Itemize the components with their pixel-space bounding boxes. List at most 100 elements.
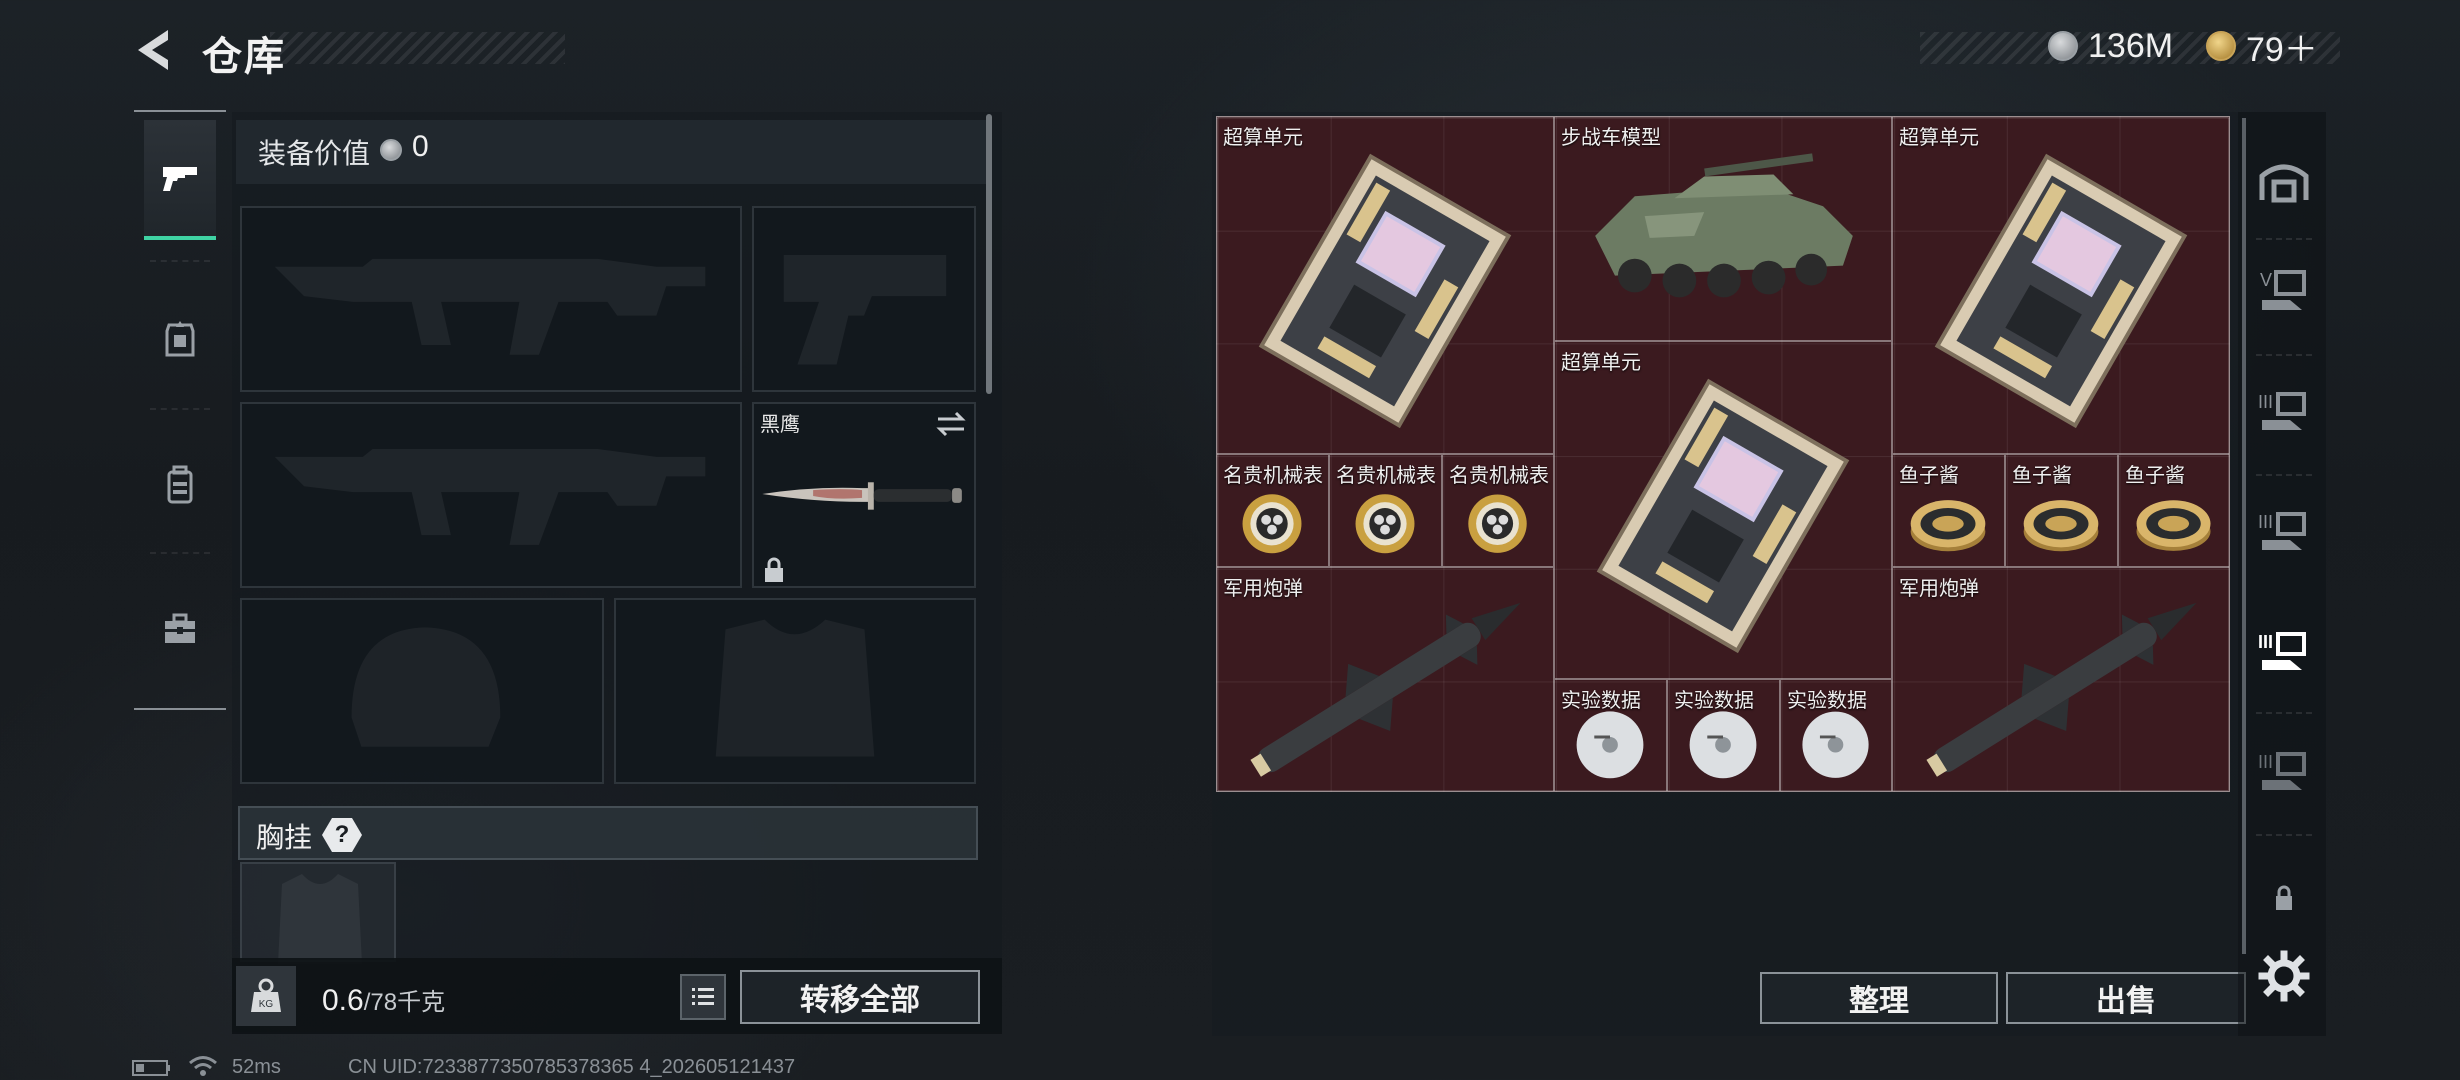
stash-item-data-disc[interactable]: 实验数据 — [1667, 679, 1780, 792]
tab-medkit[interactable] — [144, 570, 216, 690]
chest-rig-slot[interactable] — [240, 862, 396, 964]
ping-readout: 52ms — [232, 1056, 281, 1078]
chest-rig-label: 胸挂 — [256, 822, 313, 853]
weight-max: /78千克 — [363, 989, 446, 1016]
equipment-scrollbar[interactable] — [986, 114, 992, 394]
stash-item-ifv-model[interactable]: 步战车模型 — [1554, 116, 1892, 341]
stash-home-tab[interactable] — [2252, 148, 2316, 212]
list-view-button[interactable] — [680, 974, 726, 1020]
sidebar-separator — [150, 260, 210, 262]
back-arrow-icon — [138, 30, 168, 70]
tab-backpack[interactable] — [144, 425, 216, 545]
item-name: 鱼子酱 — [2012, 465, 2072, 487]
equipment-value: 0 — [412, 130, 429, 163]
stash-page-tab[interactable]: III — [2252, 740, 2316, 804]
item-name: 名贵机械表 — [1336, 465, 1436, 487]
stash-page-tab[interactable]: III — [2252, 500, 2316, 564]
gold-currency[interactable]: 79＋ — [2206, 26, 2318, 69]
rifle-silhouette-icon — [274, 258, 706, 355]
sidebar-separator — [2256, 354, 2312, 356]
gold-amount: 79＋ — [2246, 30, 2318, 69]
stash-page-tab-active[interactable]: III — [2252, 620, 2316, 684]
silver-amount: 136M — [2088, 26, 2174, 65]
primary-weapon-slot[interactable] — [240, 206, 742, 392]
stash-item-caviar[interactable]: 鱼子酱 — [2005, 454, 2118, 567]
item-name: 超算单元 — [1561, 352, 1641, 374]
stash-item-caviar[interactable]: 鱼子酱 — [1892, 454, 2005, 567]
weight-icon: KG — [251, 978, 281, 1012]
stash-item-compute-unit[interactable]: 超算单元 — [1892, 116, 2230, 454]
tab-weapons[interactable] — [144, 120, 216, 240]
swap-icon[interactable] — [934, 410, 968, 438]
rifle-silhouette-icon — [274, 449, 706, 545]
item-name: 鱼子酱 — [1899, 465, 1959, 487]
helmet-armor-icon — [165, 321, 195, 357]
helmet-slot[interactable] — [240, 598, 604, 784]
melee-slot[interactable]: 黑鹰 — [752, 402, 976, 588]
uid-readout: CN UID:7233877350785378365 4_20260512143… — [348, 1056, 796, 1078]
stash-item-luxury-watch[interactable]: 名贵机械表 — [1216, 454, 1329, 567]
locked-stash-page-tab[interactable] — [2252, 866, 2316, 930]
item-name: 实验数据 — [1787, 690, 1867, 712]
sidebar-separator — [150, 552, 210, 554]
sidebar-separator — [2256, 474, 2312, 476]
stash-item-compute-unit[interactable]: 超算单元 — [1216, 116, 1554, 454]
item-name: 步战车模型 — [1561, 127, 1661, 149]
transfer-all-button[interactable]: 转移全部 — [740, 970, 980, 1024]
stash-item-military-shell[interactable]: 军用炮弹 — [1892, 567, 2230, 792]
gear-icon — [2258, 950, 2310, 1002]
equipment-value-label: 装备价值 — [258, 138, 371, 169]
stash-item-caviar[interactable]: 鱼子酱 — [2118, 454, 2230, 567]
secondary-weapon-slot[interactable] — [240, 402, 742, 588]
item-name: 军用炮弹 — [1899, 578, 1979, 600]
lock-icon — [765, 557, 783, 582]
stash-item-luxury-watch[interactable]: 名贵机械表 — [1442, 454, 1554, 567]
hand-box-icon: III — [2258, 632, 2306, 670]
weight-current: 0.6 — [322, 984, 364, 1017]
stash-item-compute-unit[interactable]: 超算单元 — [1554, 341, 1892, 679]
backpack-icon — [167, 465, 193, 504]
page-title: 仓库 — [202, 35, 286, 79]
stash-item-data-disc[interactable]: 实验数据 — [1554, 679, 1667, 792]
sidebar-bottom-line — [134, 708, 226, 710]
lock-icon — [2276, 885, 2292, 910]
stash-page-tab[interactable]: III — [2252, 380, 2316, 444]
battery-icon — [132, 1058, 172, 1080]
sidebar-separator — [2256, 238, 2312, 240]
item-name: 超算单元 — [1223, 127, 1303, 149]
stash-item-data-disc[interactable]: 实验数据 — [1780, 679, 1892, 792]
garage-icon — [2259, 164, 2309, 203]
pistol-icon — [163, 167, 197, 191]
compute-unit-icon — [1596, 378, 1850, 654]
stash-scrollbar[interactable] — [2242, 118, 2246, 954]
stash-page-tab[interactable]: V — [2252, 260, 2316, 324]
svg-text:III: III — [2258, 392, 2273, 412]
hand-box-icon: III — [2258, 752, 2306, 790]
sidebar-separator — [2256, 712, 2312, 714]
equipment-value-coin-icon — [380, 139, 402, 161]
item-name: 军用炮弹 — [1223, 578, 1303, 600]
helmet-silhouette-icon — [351, 627, 501, 747]
sell-button[interactable]: 出售 — [2006, 972, 2246, 1024]
list-icon — [692, 988, 714, 1005]
back-button[interactable] — [130, 26, 180, 74]
tab-armor[interactable] — [144, 280, 216, 400]
sidebar-separator — [2256, 834, 2312, 836]
hand-box-icon: V — [2260, 270, 2306, 310]
toolbox-icon — [165, 613, 195, 643]
item-name: 名贵机械表 — [1449, 465, 1549, 487]
military-shell-icon — [1250, 602, 1521, 777]
settings-button[interactable] — [2252, 944, 2316, 1008]
pistol-slot[interactable] — [752, 206, 976, 392]
silver-currency: 136M — [2048, 26, 2173, 66]
body-armor-slot[interactable] — [614, 598, 976, 784]
item-name: 鱼子酱 — [2125, 465, 2185, 487]
sidebar-separator — [150, 408, 210, 410]
organize-button[interactable]: 整理 — [1760, 972, 1998, 1024]
stash-item-military-shell[interactable]: 军用炮弹 — [1216, 567, 1554, 792]
hand-box-icon: III — [2258, 512, 2306, 550]
military-shell-icon — [1926, 602, 2197, 777]
svg-text:V: V — [2260, 270, 2272, 290]
title-decoration — [270, 32, 565, 64]
stash-item-luxury-watch[interactable]: 名贵机械表 — [1329, 454, 1442, 567]
